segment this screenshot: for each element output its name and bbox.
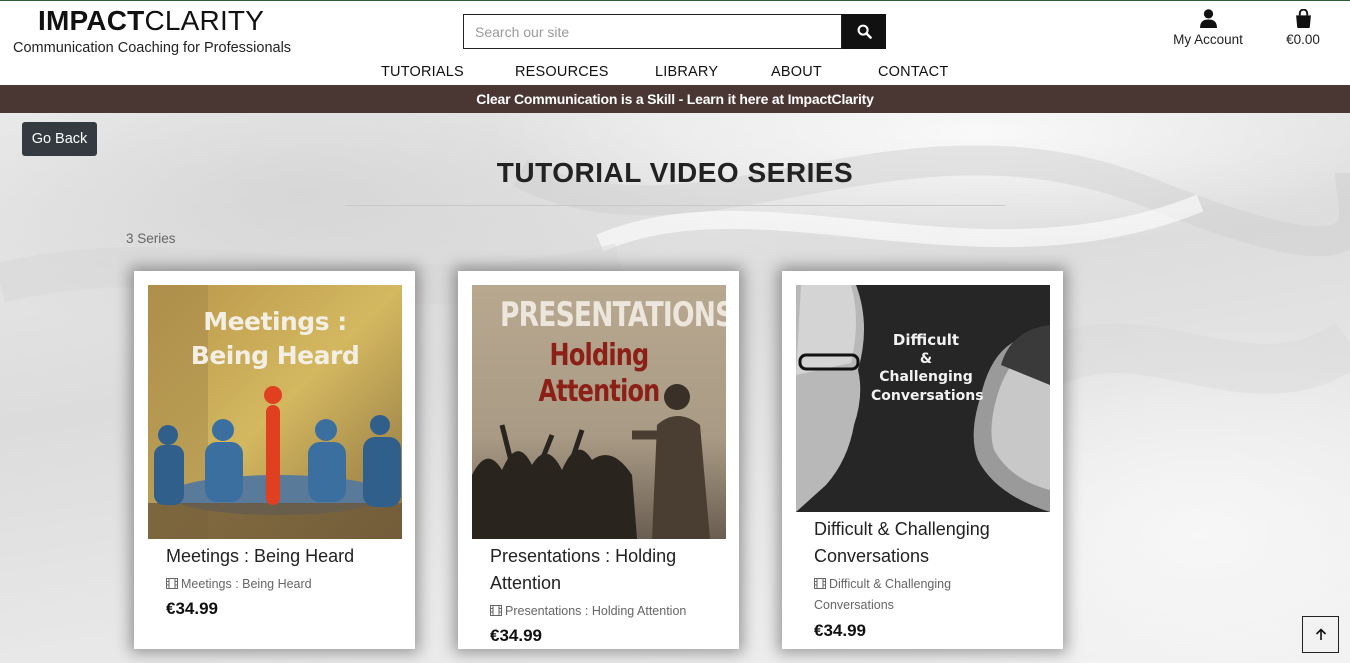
page-title: TUTORIAL VIDEO SERIES	[496, 157, 854, 188]
go-back-button[interactable]: Go Back	[22, 122, 97, 156]
product-category[interactable]: Presentations : Holding Attention	[490, 601, 720, 622]
product-title[interactable]: Presentations : Holding Attention	[490, 543, 710, 597]
product-image-difficult-conversations[interactable]: Difficult & Challenging Conversations	[796, 285, 1050, 512]
product-price: €34.99	[814, 621, 866, 640]
product-image-meetings[interactable]: Meetings : Being Heard	[148, 285, 402, 539]
image-caption-meetings: Meetings : Being Heard	[190, 307, 360, 370]
product-card-presentations[interactable]: PRESENTATIONS Holding Attention Presenta…	[458, 271, 739, 649]
product-title[interactable]: Meetings : Being Heard	[166, 543, 354, 570]
site-header: IMPACTCLARITY Communication Coaching for…	[0, 0, 1350, 85]
my-account-label: My Account	[1173, 32, 1243, 47]
site-tagline: Communication Coaching for Professionals	[13, 40, 292, 56]
film-icon	[814, 578, 826, 589]
product-image-presentations[interactable]: PRESENTATIONS Holding Attention	[472, 285, 726, 539]
my-account-link[interactable]: My Account	[1168, 9, 1248, 47]
search-form	[463, 14, 886, 49]
nav-about[interactable]: ABOUT	[771, 64, 822, 80]
product-price: €34.99	[166, 599, 218, 618]
search-button[interactable]	[842, 14, 886, 49]
product-card-meetings[interactable]: Meetings : Being Heard Meetings : Being …	[134, 271, 415, 649]
nav-contact[interactable]: CONTACT	[878, 64, 948, 80]
shopping-bag-icon	[1295, 9, 1311, 28]
product-card-difficult-conversations[interactable]: Difficult & Challenging Conversations Di…	[782, 271, 1063, 649]
user-icon	[1199, 9, 1217, 28]
arrow-up-icon	[1315, 628, 1326, 640]
product-title[interactable]: Difficult & Challenging Conversations	[814, 516, 1034, 570]
site-logo[interactable]: IMPACTCLARITY	[38, 5, 264, 37]
main-nav: TUTORIALS RESOURCES LIBRARY ABOUT CONTAC…	[0, 64, 1350, 84]
basket-total: €0.00	[1286, 32, 1320, 47]
image-caption-difficult: Difficult & Challenging Conversations	[871, 331, 984, 404]
image-caption-presentations-2: Holding Attention	[538, 338, 661, 409]
product-category[interactable]: Meetings : Being Heard	[166, 574, 396, 595]
search-icon	[857, 24, 872, 39]
promo-banner: Clear Communication is a Skill - Learn i…	[0, 85, 1350, 113]
product-category[interactable]: Difficult & Challenging Conversations	[814, 574, 974, 616]
back-to-top-button[interactable]	[1302, 616, 1339, 653]
nav-library[interactable]: LIBRARY	[655, 64, 718, 80]
series-count: 3 Series	[126, 231, 176, 246]
main-content: Go Back TUTORIAL VIDEO SERIES 3 Series M…	[0, 113, 1350, 663]
nav-tutorials[interactable]: TUTORIALS	[381, 64, 464, 80]
film-icon	[166, 578, 178, 589]
nav-resources[interactable]: RESOURCES	[515, 64, 609, 80]
search-input[interactable]	[463, 14, 842, 49]
basket-link[interactable]: €0.00	[1280, 9, 1326, 47]
title-divider	[345, 205, 1005, 206]
film-icon	[490, 605, 502, 616]
image-caption-presentations-1: PRESENTATIONS	[499, 295, 726, 335]
product-price: €34.99	[490, 626, 542, 645]
